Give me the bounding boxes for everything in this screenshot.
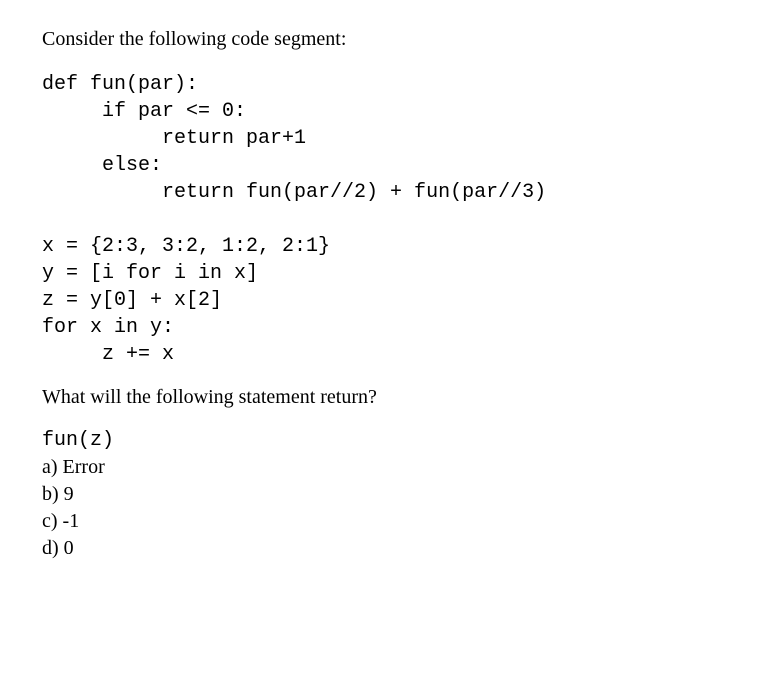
code-line-7: x = {2:3, 3:2, 1:2, 2:1} — [42, 235, 330, 258]
answers-block: fun(z) a) Error b) 9 c) -1 d) 0 — [42, 427, 738, 562]
code-line-1: def fun(par): — [42, 73, 198, 96]
option-b: b) 9 — [42, 481, 738, 508]
function-call: fun(z) — [42, 427, 738, 454]
code-line-11: z += x — [42, 343, 174, 366]
code-line-3: return par+1 — [42, 127, 306, 150]
code-segment: def fun(par): if par <= 0: return par+1 … — [42, 71, 738, 368]
code-line-10: for x in y: — [42, 316, 174, 339]
code-line-9: z = y[0] + x[2] — [42, 289, 222, 312]
code-line-2: if par <= 0: — [42, 100, 246, 123]
option-a: a) Error — [42, 454, 738, 481]
intro-text: Consider the following code segment: — [42, 28, 738, 51]
option-d: d) 0 — [42, 535, 738, 562]
code-line-4: else: — [42, 154, 162, 177]
code-line-5: return fun(par//2) + fun(par//3) — [42, 181, 546, 204]
question-text: What will the following statement return… — [42, 386, 738, 409]
code-line-8: y = [i for i in x] — [42, 262, 258, 285]
option-c: c) -1 — [42, 508, 738, 535]
